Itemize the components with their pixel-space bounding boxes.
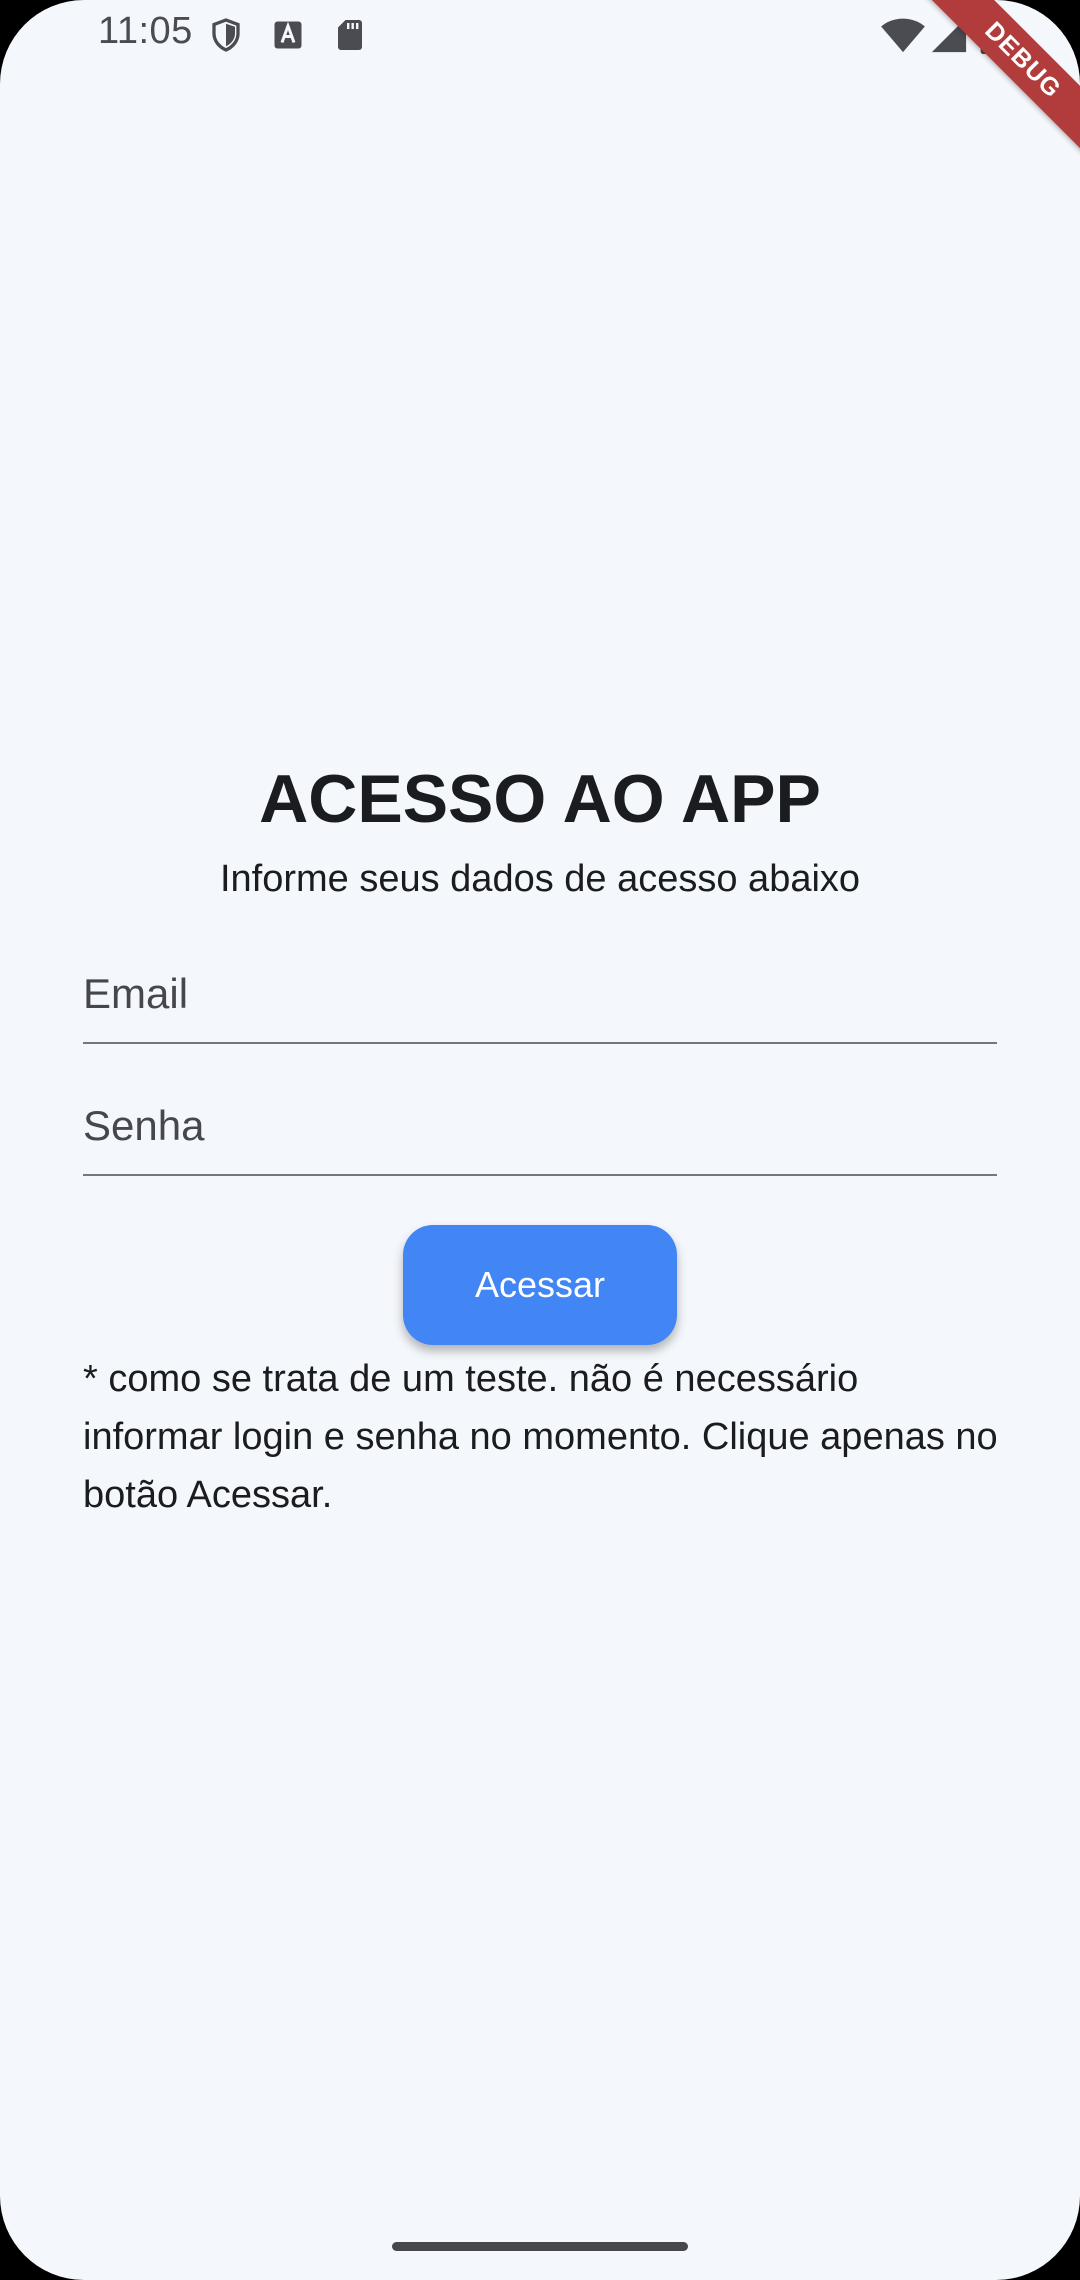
email-field-container [83, 946, 997, 1044]
shield-icon [212, 18, 240, 52]
email-field[interactable] [83, 946, 997, 1042]
a-icon [274, 21, 302, 49]
password-field[interactable] [83, 1078, 997, 1174]
status-bar: 11:05 [0, 0, 1080, 72]
test-note: * como se trata de um teste. não é neces… [83, 1358, 998, 1516]
page-subtitle: Informe seus dados de acesso abaixo [219, 858, 861, 900]
acessar-button[interactable]: Acessar [403, 1225, 677, 1345]
status-time: 11:05 [98, 10, 193, 52]
password-field-container [83, 1078, 997, 1176]
sd-card-icon [338, 20, 362, 50]
acessar-button-label: Acessar [474, 1264, 606, 1305]
home-indicator[interactable] [392, 2242, 688, 2251]
wifi-icon [881, 18, 925, 53]
page-title: ACESSO AO APP [259, 761, 821, 837]
app-screen: 11:05 DEBUG ACESSO AO APP Informe seus d… [0, 0, 1080, 2280]
